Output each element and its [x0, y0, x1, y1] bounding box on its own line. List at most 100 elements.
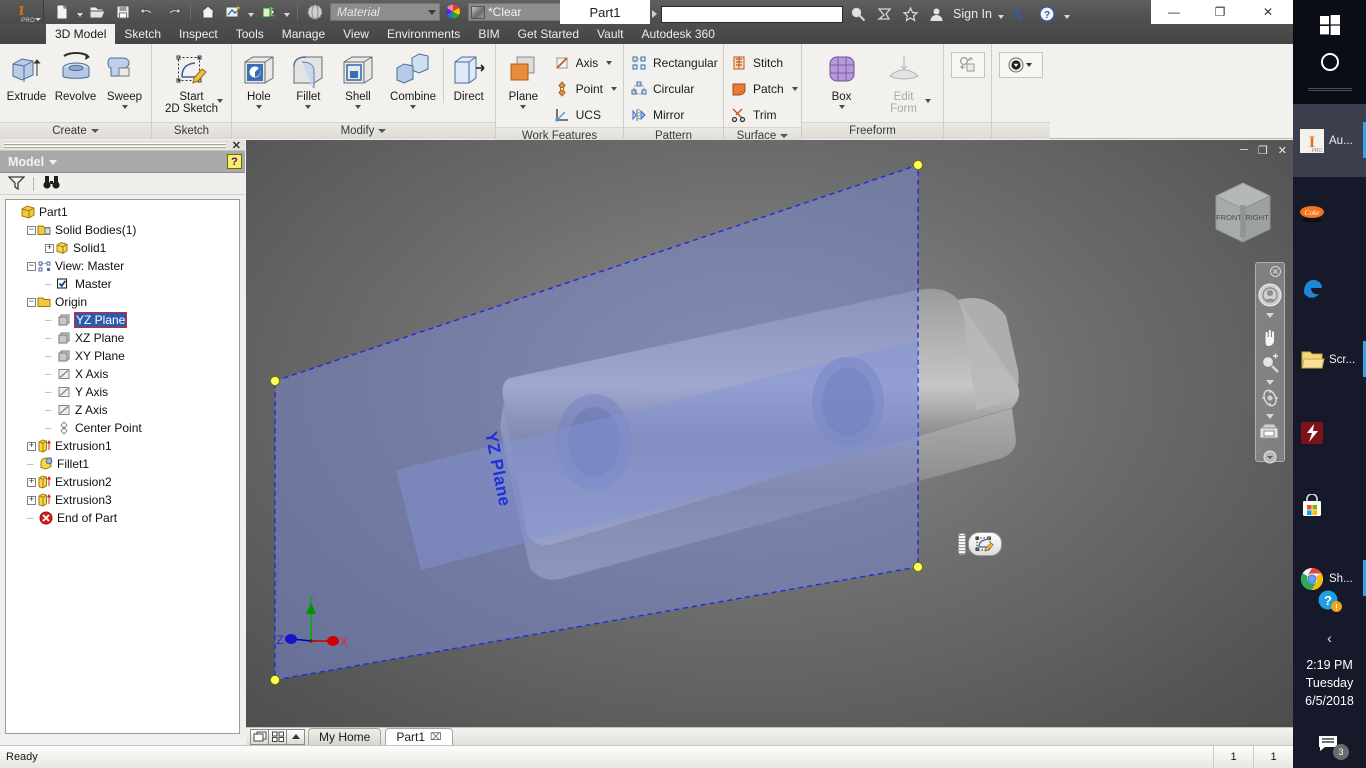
- taskbar-item-microsoft-store[interactable]: [1293, 469, 1366, 542]
- plane-dropdown-icon[interactable]: [520, 105, 527, 109]
- tree-item-center-point[interactable]: ─ Center Point: [9, 419, 239, 437]
- panel-title-sketch[interactable]: Sketch: [152, 122, 231, 139]
- tree-item-solid1[interactable]: + Solid1: [9, 239, 239, 257]
- freeform-box-dropdown-icon[interactable]: [838, 105, 845, 109]
- plane-handle-bottom-right[interactable]: [912, 561, 924, 573]
- start-windows-icon[interactable]: [1310, 8, 1350, 42]
- ribbon-tab-vault[interactable]: Vault: [588, 24, 632, 44]
- open-folder-icon[interactable]: [86, 1, 110, 23]
- tree-expander-plus[interactable]: +: [27, 441, 36, 451]
- ribbon-tab-bim[interactable]: BIM: [469, 24, 508, 44]
- color-wheel-icon[interactable]: [441, 1, 465, 23]
- convert-button[interactable]: [950, 52, 985, 78]
- minitoolbar-grip[interactable]: [958, 533, 966, 555]
- pan-hand-icon[interactable]: [1259, 326, 1281, 351]
- doc-tab-part1[interactable]: Part1 ⌧: [385, 728, 453, 745]
- point-button[interactable]: Point: [549, 77, 621, 101]
- extrude-button[interactable]: Extrude: [2, 48, 51, 103]
- patch-dropdown-icon[interactable]: [791, 87, 798, 91]
- mirror-button[interactable]: Mirror: [626, 103, 722, 127]
- point-dropdown-icon[interactable]: [611, 87, 617, 91]
- tree-expander-minus[interactable]: −: [27, 225, 36, 235]
- shell-button[interactable]: Shell: [333, 48, 383, 109]
- browser-title[interactable]: Model: [8, 155, 58, 169]
- rectangular-pattern-button[interactable]: Rectangular: [626, 51, 722, 75]
- favorites-star-icon[interactable]: [899, 4, 921, 24]
- tree-item-view-master[interactable]: − View: Master: [9, 257, 239, 275]
- browser-help-button[interactable]: ?: [227, 154, 242, 169]
- action-center-icon[interactable]: 3: [1293, 720, 1366, 768]
- ribbon-tab-sketch[interactable]: Sketch: [115, 24, 170, 44]
- scroll-up-icon[interactable]: [286, 728, 305, 745]
- tree-item-x-axis[interactable]: ─ X Axis: [9, 365, 239, 383]
- plane-handle-bottom-left[interactable]: [269, 674, 281, 686]
- edit-form-dropdown-icon[interactable]: [924, 99, 931, 103]
- update-dropdown[interactable]: [246, 1, 256, 23]
- sweep-dropdown-icon[interactable]: [121, 105, 128, 109]
- tile-windows-icon[interactable]: [268, 728, 287, 745]
- application-menu-button[interactable]: I PRO: [0, 0, 44, 24]
- tree-item-z-axis[interactable]: ─ Z Axis: [9, 401, 239, 419]
- hole-dropdown-icon[interactable]: [255, 105, 262, 109]
- panel-title-modify[interactable]: Modify: [232, 122, 495, 139]
- circular-pattern-button[interactable]: Circular: [626, 77, 722, 101]
- undo-arrow-icon[interactable]: [136, 1, 160, 23]
- tree-expander-plus[interactable]: +: [27, 495, 36, 505]
- navigation-bar[interactable]: [1255, 262, 1285, 464]
- patch-button[interactable]: Patch: [726, 77, 802, 101]
- ribbon-tab-manage[interactable]: Manage: [273, 24, 334, 44]
- ribbon-tab-environments[interactable]: Environments: [378, 24, 469, 44]
- tree-item-xz-plane[interactable]: ─ XZ Plane: [9, 329, 239, 347]
- stitch-button[interactable]: Stitch: [726, 51, 802, 75]
- plane-handle-top-right[interactable]: [912, 159, 924, 171]
- redo-arrow-icon[interactable]: [161, 1, 185, 23]
- cortana-circle-icon[interactable]: [1310, 42, 1350, 82]
- taskbar-item-edge-browser[interactable]: [1293, 250, 1366, 323]
- tree-expander-minus[interactable]: −: [27, 261, 36, 271]
- show-hidden-icons-chevron[interactable]: ‹: [1293, 624, 1366, 652]
- save-icon[interactable]: [111, 1, 135, 23]
- taskbar-item-autodesk-inventor[interactable]: I PRO Au...: [1293, 104, 1366, 177]
- tree-item-extrusion2[interactable]: + Extrusion2: [9, 473, 239, 491]
- navbar-zoom-dropdown-icon[interactable]: [1266, 380, 1274, 385]
- tree-item-origin[interactable]: − Origin: [9, 293, 239, 311]
- appearance-dropdown[interactable]: *Clear: [468, 3, 564, 21]
- ribbon-tab-tools[interactable]: Tools: [227, 24, 273, 44]
- restore-button[interactable]: ❐: [1197, 0, 1243, 24]
- navbar-close-icon[interactable]: [1270, 266, 1281, 280]
- trim-button[interactable]: Trim: [726, 103, 802, 127]
- create-sketch-icon[interactable]: [968, 532, 1002, 556]
- navbar-overflow-icon[interactable]: [1263, 450, 1277, 467]
- explore-button[interactable]: [999, 52, 1043, 78]
- close-button[interactable]: ✕: [1243, 0, 1293, 24]
- taskbar-item-flash-player[interactable]: [1293, 396, 1366, 469]
- cascade-windows-icon[interactable]: [250, 728, 269, 745]
- shell-dropdown-icon[interactable]: [354, 105, 361, 109]
- new-file-icon[interactable]: [50, 1, 74, 23]
- taskbar-item-crunchyroll[interactable]: Coke: [1293, 177, 1366, 250]
- view-cube[interactable]: FRONT RIGHT: [1208, 176, 1278, 252]
- tree-item-end-of-part[interactable]: ─ End of Part: [9, 509, 239, 527]
- close-icon[interactable]: ✕: [232, 139, 241, 152]
- panel-title-create[interactable]: Create: [0, 122, 151, 139]
- start-2d-sketch-dropdown-icon[interactable]: [216, 99, 223, 103]
- tree-expander-plus[interactable]: +: [45, 243, 54, 253]
- revolve-button[interactable]: Revolve: [51, 48, 100, 103]
- zoom-magnifier-icon[interactable]: [1259, 353, 1281, 378]
- help-dropdown[interactable]: [1062, 3, 1072, 25]
- tree-item-solid-bodies-1-[interactable]: − Solid Bodies(1): [9, 221, 239, 239]
- help-dish-icon[interactable]: [873, 4, 895, 24]
- help-circle-icon[interactable]: ?: [1036, 4, 1058, 24]
- minimize-button[interactable]: —: [1151, 0, 1197, 24]
- axis-button[interactable]: Axis: [549, 51, 621, 75]
- tree-item-yz-plane[interactable]: ─ YZ Plane: [9, 311, 239, 329]
- sweep-button[interactable]: Sweep: [100, 48, 149, 109]
- search-expand-icon[interactable]: [652, 10, 657, 18]
- full-navigation-wheel-icon[interactable]: [1257, 282, 1283, 311]
- hole-button[interactable]: Hole: [234, 48, 284, 109]
- start-2d-sketch-button[interactable]: Start 2D Sketch: [159, 48, 225, 115]
- ribbon-tab-view[interactable]: View: [334, 24, 378, 44]
- search-icon[interactable]: [847, 4, 869, 24]
- clock[interactable]: 2:19 PM Tuesday 6/5/2018: [1293, 652, 1366, 720]
- tree-item-master[interactable]: ─ Master: [9, 275, 239, 293]
